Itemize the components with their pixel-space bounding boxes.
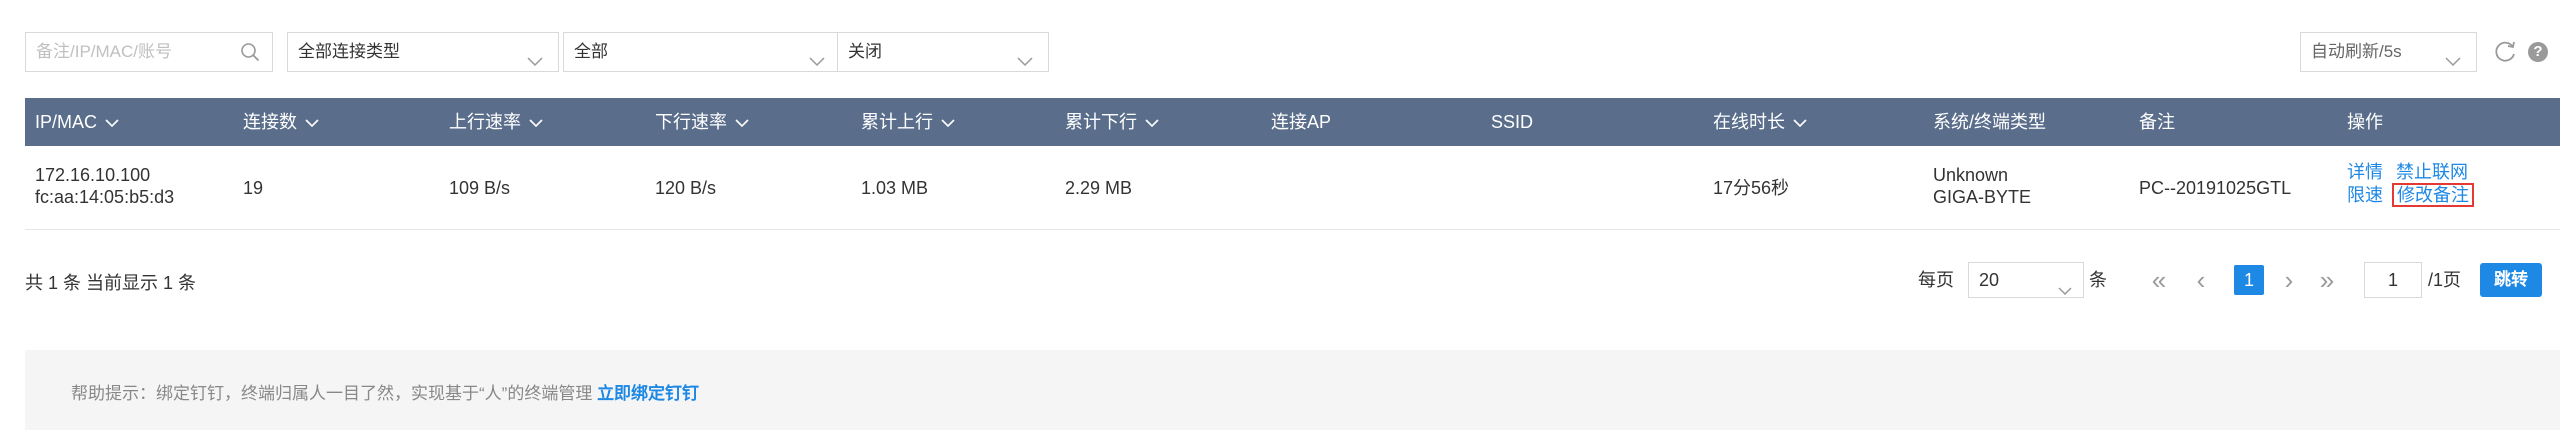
search-input[interactable] bbox=[26, 33, 226, 71]
col-total-down[interactable]: 累计下行 bbox=[1065, 98, 1159, 146]
cell-connections: 19 bbox=[243, 178, 264, 198]
chevron-down-icon bbox=[526, 45, 544, 67]
col-up-rate-label: 上行速率 bbox=[449, 112, 521, 132]
col-total-up-label: 累计上行 bbox=[861, 112, 933, 132]
col-actions-label: 操作 bbox=[2347, 112, 2383, 132]
col-system: 系统/终端类型 bbox=[1933, 98, 2046, 146]
scope-select[interactable]: 全部 bbox=[563, 32, 841, 72]
search-icon[interactable] bbox=[240, 42, 260, 62]
cell-total-up: 1.03 MB bbox=[861, 178, 929, 198]
cell-online: 17分56秒 bbox=[1713, 178, 1790, 198]
auto-refresh-select[interactable]: 自动刷新/5s bbox=[2300, 32, 2477, 72]
per-page-select[interactable]: 20 bbox=[1968, 262, 2084, 298]
edit-note-link[interactable]: 修改备注 bbox=[2392, 183, 2475, 207]
col-ssid: SSID bbox=[1491, 98, 1533, 146]
bind-dingtalk-link[interactable]: 立即绑定钉钉 bbox=[597, 384, 699, 403]
connection-type-select[interactable]: 全部连接类型 bbox=[287, 32, 559, 72]
chevron-down-icon bbox=[105, 119, 119, 128]
search-box[interactable] bbox=[25, 32, 273, 72]
help-icon[interactable]: ? bbox=[2528, 42, 2548, 62]
first-page-button[interactable]: « bbox=[2144, 262, 2174, 298]
cell-up-rate: 109 B/s bbox=[449, 178, 511, 198]
col-ssid-label: SSID bbox=[1491, 112, 1534, 132]
col-note: 备注 bbox=[2139, 98, 2175, 146]
current-page-button[interactable]: 1 bbox=[2234, 265, 2264, 295]
connection-type-value: 全部连接类型 bbox=[298, 42, 400, 61]
scope-value: 全部 bbox=[574, 42, 608, 61]
col-up-rate[interactable]: 上行速率 bbox=[449, 98, 543, 146]
per-page-value: 20 bbox=[1979, 270, 2000, 290]
cell-mac: fc:aa:14:05:b5:d3 bbox=[35, 187, 175, 207]
cell-actions: 详情 禁止联网 限速 修改备注 bbox=[2347, 161, 2475, 207]
table-header: IP/MAC 连接数 上行速率 下行速率 累计上行 累计下行 连接AP SSID… bbox=[25, 98, 2560, 146]
per-page-label: 每页 bbox=[1918, 270, 1954, 290]
table-row: 172.16.10.100 fc:aa:14:05:b5:d3 19 109 B… bbox=[25, 146, 2560, 230]
chevron-down-icon bbox=[941, 119, 955, 128]
cell-note: PC--20191025GTL bbox=[2139, 178, 2292, 198]
block-network-link[interactable]: 禁止联网 bbox=[2396, 162, 2468, 182]
last-page-button[interactable]: » bbox=[2312, 262, 2342, 298]
chevron-down-icon bbox=[1016, 45, 1034, 67]
col-actions: 操作 bbox=[2347, 98, 2383, 146]
col-online[interactable]: 在线时长 bbox=[1713, 98, 1807, 146]
state-select[interactable]: 关闭 bbox=[837, 32, 1049, 72]
result-summary: 共 1 条 当前显示 1 条 bbox=[25, 273, 197, 293]
auto-refresh-value: 自动刷新/5s bbox=[2311, 42, 2402, 61]
cell-ip: 172.16.10.100 bbox=[35, 165, 151, 185]
col-down-rate[interactable]: 下行速率 bbox=[655, 98, 749, 146]
col-note-label: 备注 bbox=[2139, 112, 2175, 132]
col-total-down-label: 累计下行 bbox=[1065, 112, 1137, 132]
col-online-label: 在线时长 bbox=[1713, 112, 1785, 132]
goto-button[interactable]: 跳转 bbox=[2480, 263, 2542, 297]
col-ipmac-label: IP/MAC bbox=[35, 112, 98, 132]
toolbar: 全部连接类型 全部 关闭 自动刷新/5s ? bbox=[25, 32, 2560, 72]
col-connections-label: 连接数 bbox=[243, 112, 297, 132]
state-value: 关闭 bbox=[848, 42, 882, 61]
total-pages: /1页 bbox=[2428, 270, 2462, 290]
chevron-down-icon bbox=[2444, 45, 2462, 67]
chevron-down-icon bbox=[1793, 119, 1807, 128]
next-page-button[interactable]: › bbox=[2274, 262, 2304, 298]
chevron-down-icon bbox=[808, 45, 826, 67]
help-tip-message: 帮助提示：绑定钉钉，终端归属人一目了然，实现基于“人”的终端管理 bbox=[71, 384, 593, 403]
col-down-rate-label: 下行速率 bbox=[655, 112, 727, 132]
col-ap: 连接AP bbox=[1271, 98, 1331, 146]
chevron-down-icon bbox=[529, 119, 543, 128]
prev-page-button[interactable]: ‹ bbox=[2186, 262, 2216, 298]
chevron-down-icon bbox=[1145, 119, 1159, 128]
chevron-down-icon bbox=[735, 119, 749, 128]
cell-system-os: Unknown bbox=[1933, 165, 2009, 185]
cell-system-vendor: GIGA-BYTE bbox=[1933, 187, 2032, 207]
cell-ipmac: 172.16.10.100 fc:aa:14:05:b5:d3 bbox=[35, 164, 174, 208]
cell-total-down: 2.29 MB bbox=[1065, 178, 1133, 198]
detail-link[interactable]: 详情 bbox=[2347, 162, 2383, 182]
chevron-down-icon bbox=[305, 119, 319, 128]
col-total-up[interactable]: 累计上行 bbox=[861, 98, 955, 146]
goto-page-input[interactable] bbox=[2364, 262, 2422, 298]
refresh-icon[interactable] bbox=[2491, 38, 2519, 66]
cell-system: Unknown GIGA-BYTE bbox=[1933, 164, 2031, 208]
col-connections[interactable]: 连接数 bbox=[243, 98, 319, 146]
col-ipmac[interactable]: IP/MAC bbox=[35, 98, 119, 146]
help-tip-text: 帮助提示：绑定钉钉，终端归属人一目了然，实现基于“人”的终端管理 立即绑定钉钉 bbox=[71, 379, 699, 404]
cell-down-rate: 120 B/s bbox=[655, 178, 717, 198]
col-ap-label: 连接AP bbox=[1271, 112, 1332, 132]
rate-limit-link[interactable]: 限速 bbox=[2347, 185, 2383, 205]
col-system-label: 系统/终端类型 bbox=[1933, 112, 2047, 132]
help-tip: 帮助提示：绑定钉钉，终端归属人一目了然，实现基于“人”的终端管理 立即绑定钉钉 bbox=[25, 350, 2560, 430]
per-page-unit: 条 bbox=[2089, 270, 2107, 290]
chevron-down-icon bbox=[2057, 274, 2073, 296]
